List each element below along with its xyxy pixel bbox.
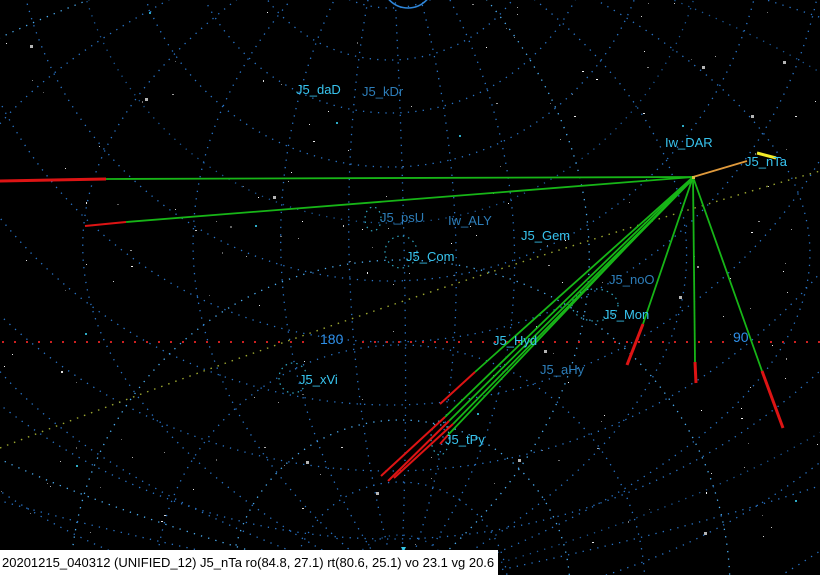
shower-label-J5_psU: J5_psU	[380, 210, 425, 225]
shower-label-J5_daD: J5_daD	[296, 82, 341, 97]
status-bar: 20201215_040312 (UNIFIED_12) J5_nTa ro(8…	[0, 550, 498, 575]
sky-map-viewport[interactable]: J5_daD J5_kDr Iw_DAR J5_nTa J5_psU Iw_ALY J5_G…	[0, 0, 820, 575]
shower-label-J5_Com: J5_Com	[406, 249, 455, 264]
shower-label-J5_noO: J5_noO	[609, 272, 655, 287]
shower-label-Iw_DAR: Iw_DAR	[665, 135, 713, 150]
shower-label-J5_aHy: J5_aHy	[540, 362, 585, 377]
shower-label-J5_Mon: J5_Mon	[603, 307, 650, 322]
shower-label-J5_Hyd: J5_Hyd	[493, 333, 538, 348]
horizon-line	[2, 341, 820, 343]
shower-label-J5_Gem: J5_Gem	[521, 228, 571, 243]
sky-map-canvas	[0, 0, 820, 575]
selected-trail-orange-line	[692, 160, 748, 178]
shower-label-J5_xVi: J5_xVi	[299, 372, 338, 387]
shower-label-J5_kDr: J5_kDr	[362, 84, 404, 99]
azimuth-label-90: 90	[733, 329, 749, 345]
shower-label-J5_nTa: J5_nTa	[745, 154, 787, 169]
status-text: 20201215_040312 (UNIFIED_12) J5_nTa ro(8…	[2, 555, 495, 570]
radiant-rays	[0, 151, 785, 482]
graticule	[0, 0, 820, 575]
radiant-point	[692, 176, 695, 179]
shower-label-Iw_ALY: Iw_ALY	[448, 213, 492, 228]
azimuth-label-180: 180	[320, 331, 344, 347]
shower-label-J5_tPy: J5_tPy	[445, 432, 485, 447]
